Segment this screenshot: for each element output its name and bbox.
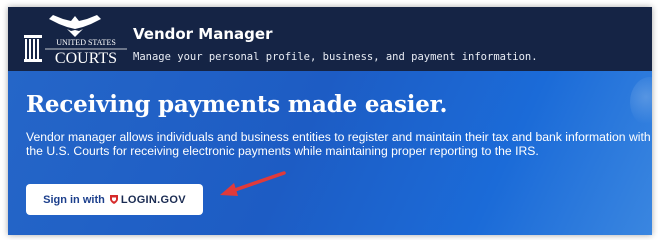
login-gov-brand: LOGIN.GOV [109, 194, 186, 206]
hero-banner: Receiving payments made easier. Vendor m… [8, 71, 652, 235]
site-header: UNITED STATES COURTS Vendor Manager Mana… [8, 7, 652, 71]
login-gov-text: LOGIN.GOV [120, 193, 186, 206]
login-gov-sign-in-button[interactable]: Sign in with LOGIN.GOV [26, 184, 203, 215]
hero-description: Vendor manager allows individuals and bu… [26, 130, 651, 158]
sign-in-prefix: Sign in with [43, 193, 105, 206]
red-arrow-annotation [220, 171, 286, 196]
app-title: Vendor Manager [133, 25, 273, 43]
app-frame: UNITED STATES COURTS Vendor Manager Mana… [8, 7, 652, 235]
logo-text-bottom: COURTS [55, 50, 117, 65]
login-gov-shield-icon [109, 195, 118, 204]
decorative-seal [630, 77, 652, 127]
hero-title: Receiving payments made easier. [26, 91, 448, 118]
us-courts-logo: UNITED STATES COURTS [24, 15, 127, 65]
app-subtitle: Manage your personal profile, business, … [133, 51, 538, 63]
logo-text-top: UNITED STATES [56, 38, 116, 47]
